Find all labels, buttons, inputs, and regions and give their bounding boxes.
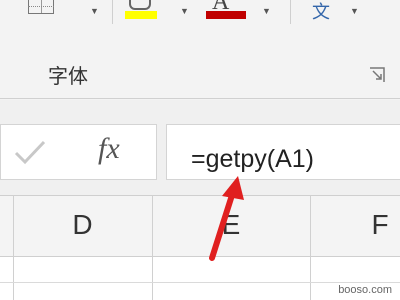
font-color-dropdown[interactable]: ▼ bbox=[258, 0, 271, 22]
toolbar-separator bbox=[112, 0, 113, 24]
column-header-f[interactable]: F bbox=[310, 195, 400, 255]
check-icon[interactable] bbox=[10, 136, 50, 168]
red-arrow-annotation bbox=[209, 176, 244, 261]
column-header-d[interactable]: D bbox=[13, 195, 152, 255]
fill-color-bar bbox=[125, 11, 157, 19]
fill-color-dropdown[interactable]: ▼ bbox=[176, 0, 189, 22]
chevron-down-icon: ▼ bbox=[180, 6, 189, 16]
borders-dropdown[interactable]: ▼ bbox=[86, 0, 99, 22]
chevron-down-icon: ▼ bbox=[90, 6, 99, 16]
chinese-convert-icon[interactable]: 文 bbox=[312, 0, 330, 24]
row-gridline bbox=[0, 282, 400, 283]
font-color-icon[interactable]: A bbox=[206, 0, 246, 20]
convert-dropdown[interactable]: ▼ bbox=[346, 0, 359, 22]
toolbar-separator bbox=[290, 0, 291, 24]
chevron-down-icon: ▼ bbox=[350, 6, 359, 16]
watermark: booso.com bbox=[338, 284, 392, 296]
chevron-down-icon: ▼ bbox=[262, 6, 271, 16]
borders-icon-dots bbox=[28, 6, 54, 8]
bucket-icon bbox=[129, 0, 151, 10]
dialog-launcher-icon[interactable] bbox=[368, 66, 386, 84]
font-group-label: 字体 bbox=[48, 66, 88, 88]
insert-function-icon[interactable]: fx bbox=[98, 132, 120, 166]
fill-color-icon[interactable] bbox=[125, 0, 157, 20]
ribbon-divider bbox=[0, 98, 400, 99]
font-color-bar bbox=[206, 11, 246, 19]
